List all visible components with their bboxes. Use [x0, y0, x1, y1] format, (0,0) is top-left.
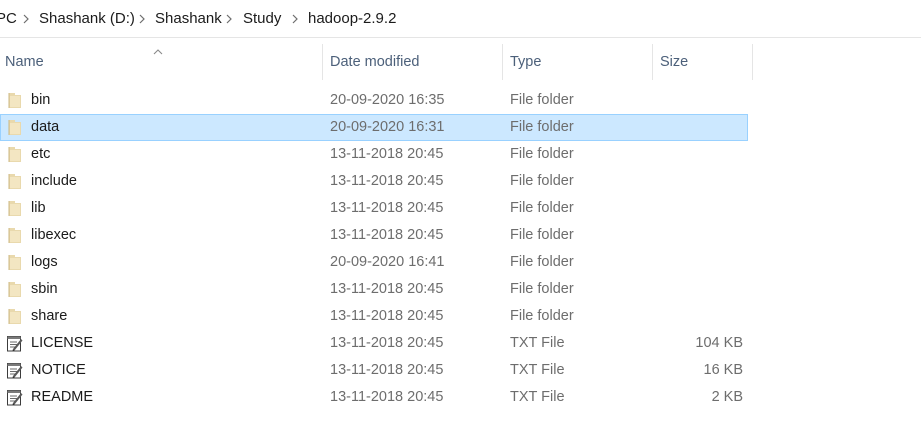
file-name: etc	[31, 146, 51, 162]
file-date-modified: 20-09-2020 16:31	[330, 119, 445, 135]
text-file-icon	[6, 388, 24, 407]
file-type: File folder	[510, 281, 574, 297]
chevron-right-icon[interactable]	[290, 12, 300, 26]
file-row[interactable]: LICENSE 13-11-2018 20:45 TXT File 104 KB	[0, 330, 748, 357]
folder-icon	[6, 253, 24, 272]
file-row[interactable]: etc 13-11-2018 20:45 File folder	[0, 141, 748, 168]
file-type: TXT File	[510, 362, 565, 378]
breadcrumb: PC Shashank (D:) Shashank Study hadoop-2…	[0, 0, 921, 38]
file-type: File folder	[510, 200, 574, 216]
file-name: bin	[31, 92, 51, 108]
file-row[interactable]: logs 20-09-2020 16:41 File folder	[0, 249, 748, 276]
file-name: lib	[31, 200, 46, 216]
breadcrumb-item-shashank[interactable]: Shashank	[155, 10, 222, 28]
breadcrumb-item-study[interactable]: Study	[243, 10, 281, 28]
file-type: File folder	[510, 173, 574, 189]
folder-icon	[6, 118, 24, 137]
column-header-date-modified[interactable]: Date modified	[323, 40, 502, 84]
file-name: data	[31, 119, 60, 135]
file-explorer-window: PC Shashank (D:) Shashank Study hadoop-2…	[0, 0, 921, 431]
text-file-icon	[6, 361, 24, 380]
file-row[interactable]: sbin 13-11-2018 20:45 File folder	[0, 276, 748, 303]
file-type: File folder	[510, 227, 574, 243]
file-date-modified: 20-09-2020 16:41	[330, 254, 445, 270]
file-date-modified: 13-11-2018 20:45	[330, 389, 444, 405]
file-type: File folder	[510, 146, 574, 162]
column-header-type[interactable]: Type	[503, 40, 652, 84]
breadcrumb-item-hadoop[interactable]: hadoop-2.9.2	[308, 10, 396, 28]
folder-icon	[6, 199, 24, 218]
folder-icon	[6, 226, 24, 245]
file-name: README	[31, 389, 94, 405]
column-divider[interactable]	[752, 44, 753, 80]
column-header-label: Type	[510, 54, 542, 70]
file-type: File folder	[510, 119, 574, 135]
file-row[interactable]: data 20-09-2020 16:31 File folder	[0, 114, 748, 141]
chevron-right-icon[interactable]	[224, 12, 234, 26]
file-date-modified: 13-11-2018 20:45	[330, 335, 444, 351]
file-row[interactable]: share 13-11-2018 20:45 File folder	[0, 303, 748, 330]
file-type: File folder	[510, 254, 574, 270]
file-row[interactable]: NOTICE 13-11-2018 20:45 TXT File 16 KB	[0, 357, 748, 384]
file-name: share	[31, 308, 68, 324]
file-row[interactable]: libexec 13-11-2018 20:45 File folder	[0, 222, 748, 249]
chevron-right-icon[interactable]	[21, 12, 31, 26]
file-name: LICENSE	[31, 335, 94, 351]
breadcrumb-item-drive[interactable]: Shashank (D:)	[39, 10, 135, 28]
folder-icon	[6, 172, 24, 191]
file-type: TXT File	[510, 389, 565, 405]
file-name: sbin	[31, 281, 58, 297]
file-type: File folder	[510, 92, 574, 108]
file-size: 104 KB	[695, 335, 743, 351]
file-row[interactable]: README 13-11-2018 20:45 TXT File 2 KB	[0, 384, 748, 411]
file-date-modified: 13-11-2018 20:45	[330, 173, 444, 189]
file-name: NOTICE	[31, 362, 86, 378]
file-date-modified: 13-11-2018 20:45	[330, 308, 444, 324]
file-date-modified: 13-11-2018 20:45	[330, 146, 444, 162]
column-header-size[interactable]: Size	[653, 40, 752, 84]
file-size: 2 KB	[711, 389, 743, 405]
file-row[interactable]: include 13-11-2018 20:45 File folder	[0, 168, 748, 195]
folder-icon	[6, 145, 24, 164]
file-size: 16 KB	[703, 362, 744, 378]
file-row[interactable]: lib 13-11-2018 20:45 File folder	[0, 195, 748, 222]
folder-icon	[6, 307, 24, 326]
file-date-modified: 13-11-2018 20:45	[330, 281, 444, 297]
file-date-modified: 13-11-2018 20:45	[330, 200, 444, 216]
file-name: libexec	[31, 227, 77, 243]
breadcrumb-item-pc[interactable]: PC	[0, 10, 17, 28]
column-header-label: Size	[660, 54, 689, 70]
file-row[interactable]: bin 20-09-2020 16:35 File folder	[0, 87, 748, 114]
chevron-right-icon[interactable]	[137, 12, 147, 26]
text-file-icon	[6, 334, 24, 353]
column-header-label: Date modified	[330, 54, 420, 70]
folder-icon	[6, 280, 24, 299]
file-type: TXT File	[510, 335, 565, 351]
file-date-modified: 13-11-2018 20:45	[330, 227, 444, 243]
column-header-label: Name	[5, 54, 44, 70]
file-name: logs	[31, 254, 58, 270]
file-date-modified: 13-11-2018 20:45	[330, 362, 444, 378]
file-date-modified: 20-09-2020 16:35	[330, 92, 445, 108]
chevron-up-icon	[152, 43, 164, 55]
file-type: File folder	[510, 308, 574, 324]
file-name: include	[31, 173, 77, 189]
folder-icon	[6, 91, 24, 110]
